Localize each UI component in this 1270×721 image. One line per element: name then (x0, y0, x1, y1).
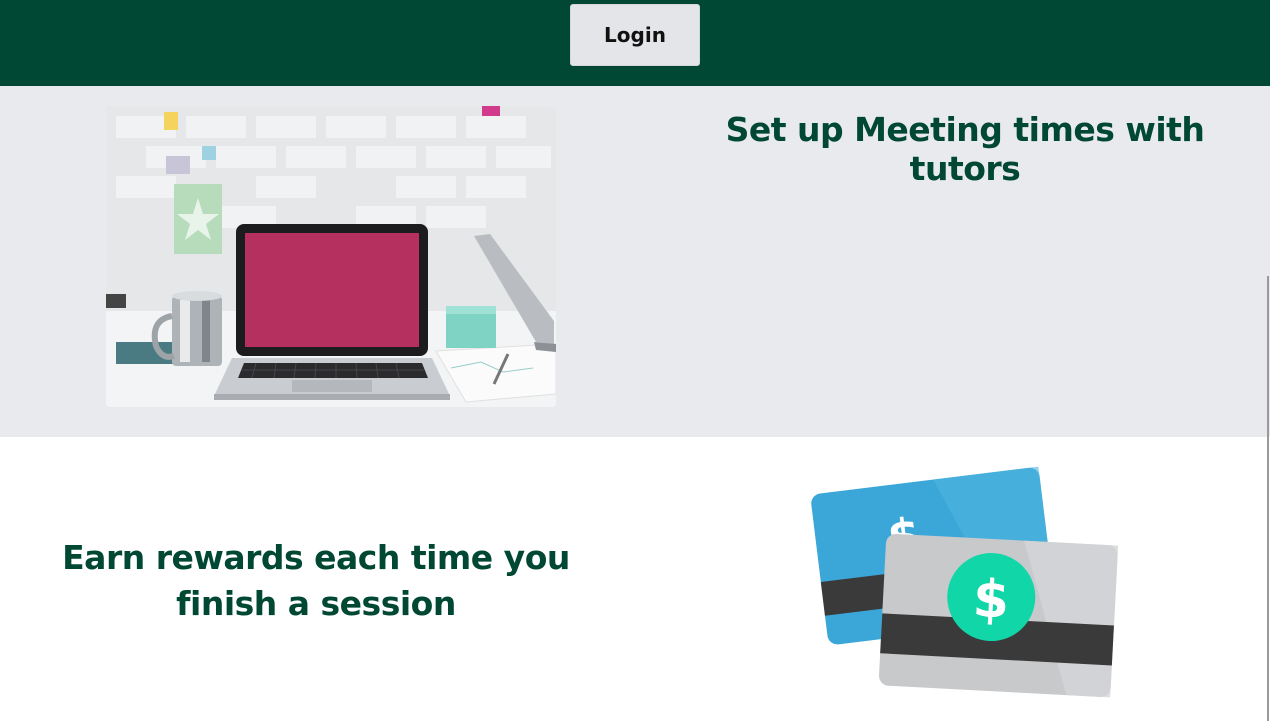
meeting-feature-title: Set up Meeting times with tutors (725, 110, 1205, 188)
rewards-feature-section: Earn rewards each time you finish a sess… (0, 437, 1270, 721)
credit-cards-icon: $ $ (811, 466, 1119, 698)
dollar-badge-icon: $ (971, 569, 1010, 631)
laptop-desk-photo (106, 106, 556, 407)
meeting-feature-section: Set up Meeting times with tutors (0, 86, 1270, 437)
login-button[interactable]: Login (570, 4, 700, 66)
laptop-desk-illustration (106, 106, 556, 407)
rewards-feature-title: Earn rewards each time you finish a sess… (62, 538, 570, 623)
page-edge-divider (1267, 276, 1269, 721)
top-navigation-bar: Login (0, 0, 1270, 86)
reward-cards-illustration: $ $ (800, 451, 1120, 711)
